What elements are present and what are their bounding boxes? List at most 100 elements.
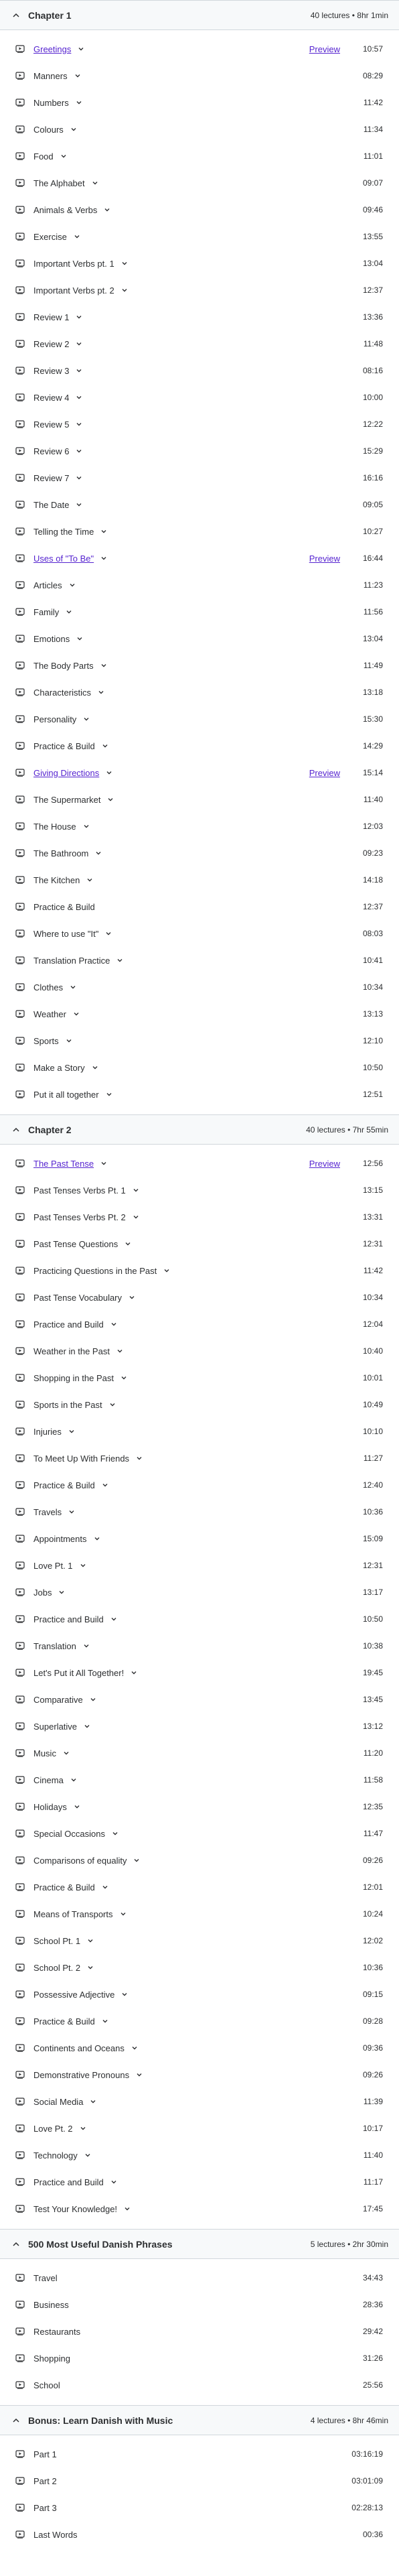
preview-link[interactable]: Preview [309, 44, 340, 54]
chevron-down-icon[interactable] [104, 929, 113, 938]
chevron-down-icon[interactable] [99, 1159, 108, 1168]
chevron-down-icon[interactable] [72, 1802, 82, 1811]
preview-link[interactable]: Preview [309, 768, 340, 778]
chevron-down-icon[interactable] [120, 285, 129, 295]
chevron-up-icon[interactable] [11, 2239, 21, 2250]
chevron-up-icon[interactable] [11, 10, 21, 21]
chevron-down-icon[interactable] [127, 1293, 137, 1302]
chevron-down-icon[interactable] [123, 1239, 133, 1248]
chevron-down-icon[interactable] [82, 1641, 91, 1651]
chevron-down-icon[interactable] [82, 822, 91, 831]
chevron-down-icon[interactable] [110, 1829, 120, 1838]
chevron-down-icon[interactable] [76, 44, 86, 54]
chevron-down-icon[interactable] [64, 1036, 74, 1045]
chevron-down-icon[interactable] [131, 1185, 141, 1195]
chevron-down-icon[interactable] [96, 688, 106, 697]
chevron-down-icon[interactable] [74, 420, 84, 429]
chevron-up-icon[interactable] [11, 1124, 21, 1135]
chevron-down-icon[interactable] [57, 1588, 66, 1597]
chevron-down-icon[interactable] [99, 661, 108, 670]
chevron-down-icon[interactable] [74, 446, 84, 456]
chevron-down-icon[interactable] [88, 2097, 98, 2106]
chevron-down-icon[interactable] [106, 795, 115, 804]
chevron-down-icon[interactable] [129, 1668, 139, 1677]
lecture-row: Practice & Build 12:37 [0, 893, 399, 920]
lecture-title[interactable]: Greetings [33, 44, 71, 54]
chevron-down-icon[interactable] [132, 1856, 141, 1865]
chevron-down-icon[interactable] [119, 1373, 129, 1382]
chevron-down-icon[interactable] [88, 1695, 98, 1704]
chevron-down-icon[interactable] [162, 1266, 171, 1275]
chevron-down-icon[interactable] [74, 393, 84, 402]
chevron-down-icon[interactable] [64, 607, 74, 617]
chevron-down-icon[interactable] [109, 2177, 118, 2187]
chevron-down-icon[interactable] [99, 527, 108, 536]
chevron-down-icon[interactable] [75, 634, 84, 643]
lecture-main: The Alphabet [33, 178, 356, 188]
chevron-down-icon[interactable] [72, 1009, 81, 1019]
chevron-down-icon[interactable] [69, 125, 78, 134]
chevron-down-icon[interactable] [115, 1346, 125, 1356]
chevron-down-icon[interactable] [115, 956, 125, 965]
chevron-down-icon[interactable] [123, 2204, 132, 2213]
chevron-down-icon[interactable] [120, 1990, 129, 1999]
chevron-down-icon[interactable] [74, 312, 84, 322]
chevron-down-icon[interactable] [130, 2043, 139, 2053]
chevron-down-icon[interactable] [109, 1319, 118, 1329]
chevron-down-icon[interactable] [135, 1454, 144, 1463]
chevron-down-icon[interactable] [118, 1909, 128, 1919]
chevron-down-icon[interactable] [82, 714, 91, 724]
chevron-down-icon[interactable] [86, 1936, 95, 1945]
chevron-down-icon[interactable] [102, 205, 112, 214]
chevron-down-icon[interactable] [104, 1090, 114, 1099]
chevron-down-icon[interactable] [74, 339, 84, 348]
chevron-down-icon[interactable] [99, 554, 108, 563]
preview-link[interactable]: Preview [309, 554, 340, 564]
chevron-down-icon[interactable] [78, 1561, 88, 1570]
chevron-down-icon[interactable] [85, 875, 94, 885]
section-header[interactable]: Chapter 2 40 lectures • 7hr 55min [0, 1115, 399, 1145]
chevron-down-icon[interactable] [62, 1748, 71, 1758]
chevron-down-icon[interactable] [104, 768, 114, 777]
lecture-title[interactable]: Uses of "To Be" [33, 554, 94, 564]
chevron-up-icon[interactable] [11, 2415, 21, 2426]
chevron-down-icon[interactable] [74, 473, 84, 482]
chevron-down-icon[interactable] [100, 2016, 110, 2026]
lecture-title: The Body Parts [33, 660, 94, 671]
chevron-down-icon[interactable] [68, 982, 78, 992]
chevron-down-icon[interactable] [69, 1775, 78, 1785]
chevron-down-icon[interactable] [92, 1534, 102, 1543]
chevron-down-icon[interactable] [83, 2150, 92, 2160]
lecture-title: Important Verbs pt. 1 [33, 258, 114, 269]
chevron-down-icon[interactable] [82, 1722, 92, 1731]
chevron-down-icon[interactable] [74, 98, 84, 107]
lecture-title[interactable]: Giving Directions [33, 768, 99, 778]
chevron-down-icon[interactable] [90, 1063, 100, 1072]
chevron-down-icon[interactable] [68, 580, 77, 590]
chevron-down-icon[interactable] [67, 1427, 76, 1436]
chevron-down-icon[interactable] [108, 1400, 117, 1409]
chevron-down-icon[interactable] [72, 232, 82, 241]
section-header[interactable]: Bonus: Learn Danish with Music 4 lectures… [0, 2406, 399, 2435]
chevron-down-icon[interactable] [100, 1882, 110, 1892]
section-header[interactable]: Chapter 1 40 lectures • 8hr 1min [0, 1, 399, 30]
chevron-down-icon[interactable] [86, 1963, 95, 1972]
lecture-title[interactable]: The Past Tense [33, 1159, 94, 1169]
chevron-down-icon[interactable] [109, 1614, 118, 1624]
chevron-down-icon[interactable] [73, 71, 82, 80]
chevron-down-icon[interactable] [74, 366, 84, 375]
chevron-down-icon[interactable] [67, 1507, 76, 1517]
chevron-down-icon[interactable] [131, 1212, 141, 1222]
preview-link[interactable]: Preview [309, 1159, 340, 1169]
chevron-down-icon[interactable] [74, 500, 84, 509]
lecture-title: Past Tense Questions [33, 1238, 118, 1249]
chevron-down-icon[interactable] [90, 178, 100, 188]
section-header[interactable]: 500 Most Useful Danish Phrases 5 lectures… [0, 2230, 399, 2259]
chevron-down-icon[interactable] [120, 259, 129, 268]
chevron-down-icon[interactable] [94, 848, 103, 858]
chevron-down-icon[interactable] [59, 151, 68, 161]
chevron-down-icon[interactable] [100, 741, 110, 751]
chevron-down-icon[interactable] [78, 2124, 88, 2133]
chevron-down-icon[interactable] [135, 2070, 144, 2079]
chevron-down-icon[interactable] [100, 1480, 110, 1490]
